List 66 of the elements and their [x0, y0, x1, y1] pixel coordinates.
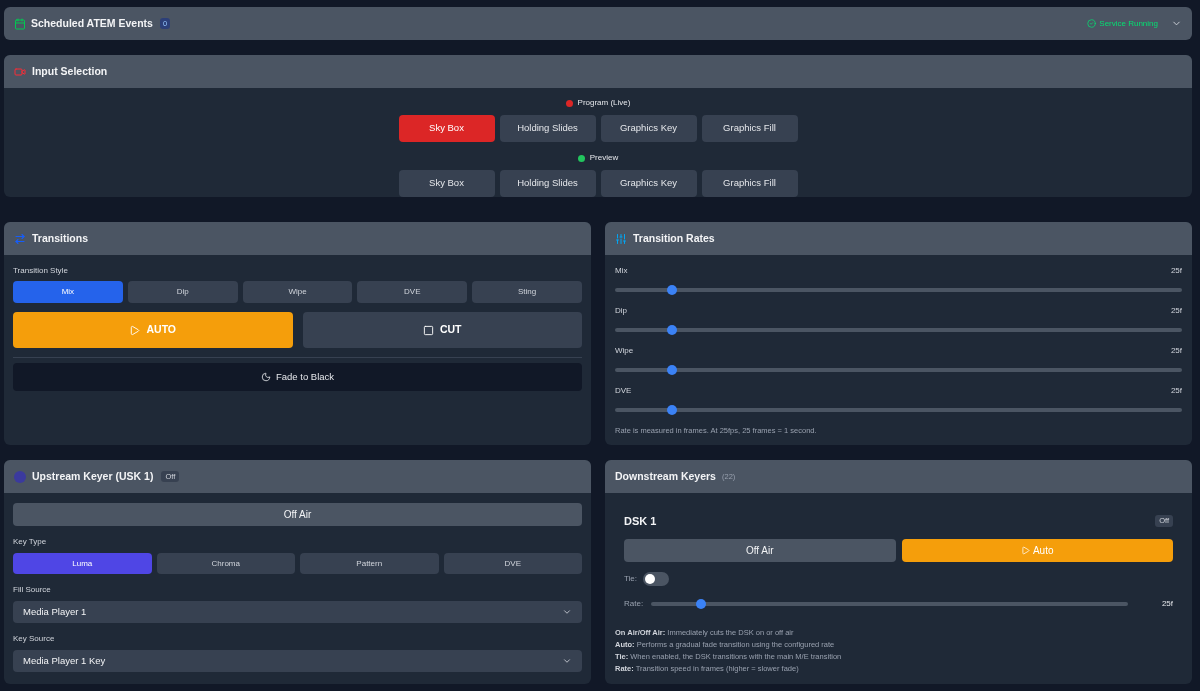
rate-value: 25f: [1170, 347, 1182, 355]
fade-out-button[interactable]: Fade to Black: [13, 363, 582, 391]
field-label: Key Type: [13, 537, 48, 547]
sliders-icon: [615, 232, 627, 245]
moon-icon: [260, 372, 271, 382]
panel-title: Scheduled ATEM Events: [31, 18, 153, 29]
rate-label: Mix: [615, 267, 628, 275]
on-air-toggle-button[interactable]: Off Air: [624, 539, 896, 562]
swap-arrows-icon: [14, 232, 26, 245]
field-label: Key Source: [13, 634, 56, 644]
play-icon: [1020, 546, 1030, 555]
panel-title: Input Selection: [32, 66, 108, 77]
slider[interactable]: [651, 599, 1128, 609]
rate-label: Dip: [615, 307, 627, 315]
bus-label: Program (Live): [577, 99, 631, 107]
input-button[interactable]: Holding Slides: [499, 115, 596, 142]
input-button[interactable]: Graphics Fill: [701, 115, 798, 142]
panel-title: Transitions: [32, 233, 88, 244]
slider-thumb[interactable]: [666, 405, 677, 415]
rate-value: 25f: [1170, 307, 1182, 315]
source-select[interactable]: Media Player 1: [13, 601, 582, 623]
key-type-tab[interactable]: Chroma: [156, 553, 295, 574]
input-button[interactable]: Graphics Key: [600, 115, 697, 142]
panel-title: Downstream Keyers: [615, 471, 716, 482]
keyer-name: DSK 1: [624, 515, 657, 527]
transition-style-tab[interactable]: DVE: [357, 281, 468, 303]
rate-value: 25f: [1161, 600, 1173, 608]
transition-style-tab[interactable]: Sting: [472, 281, 582, 303]
rate-value: 25f: [1170, 387, 1182, 395]
toggle-switch[interactable]: [643, 572, 670, 586]
slider-thumb[interactable]: [666, 285, 677, 295]
tie-label: Tie:: [624, 575, 638, 583]
rate-value: 25f: [1170, 267, 1182, 275]
check-circle-icon: [1087, 19, 1097, 28]
key-type-tab[interactable]: DVE: [443, 553, 582, 574]
video-camera-icon: [14, 65, 26, 78]
on-air-toggle-button[interactable]: Off Air: [13, 503, 582, 526]
cut-button[interactable]: CUT: [302, 312, 582, 348]
source-select[interactable]: Media Player 1 Key: [13, 650, 582, 672]
service-status: Service Running: [1099, 19, 1158, 28]
transition-style-tab[interactable]: Mix: [13, 281, 123, 303]
rate-label: DVE: [615, 387, 632, 395]
transition-style-tab[interactable]: Wipe: [242, 281, 353, 303]
calendar-icon: [14, 17, 26, 30]
slider-thumb[interactable]: [666, 365, 677, 375]
key-type-tab[interactable]: Luma: [13, 553, 152, 574]
panel-title: Upstream Keyer (USK 1): [32, 471, 154, 482]
slider[interactable]: [615, 325, 1182, 335]
key-type-tab[interactable]: Pattern: [300, 553, 439, 574]
slider-thumb[interactable]: [696, 599, 707, 609]
rate-label: Wipe: [615, 347, 634, 355]
field-label: Fill Source: [13, 585, 52, 595]
circle-icon: [14, 470, 26, 483]
square-icon: [422, 324, 434, 336]
slider-thumb[interactable]: [666, 325, 677, 335]
transition-style-tab[interactable]: Dip: [127, 281, 238, 303]
input-button[interactable]: Sky Box: [398, 115, 495, 142]
slider[interactable]: [615, 365, 1182, 375]
chevron-down-icon: [562, 656, 572, 666]
slider[interactable]: [615, 285, 1182, 295]
chevron-down-icon: [562, 607, 572, 617]
play-icon: [129, 324, 141, 336]
field-label: Transition Style: [13, 266, 69, 276]
rate-label: Rate:: [624, 600, 644, 608]
slider[interactable]: [615, 405, 1182, 415]
panel-title: Transition Rates: [633, 233, 715, 244]
